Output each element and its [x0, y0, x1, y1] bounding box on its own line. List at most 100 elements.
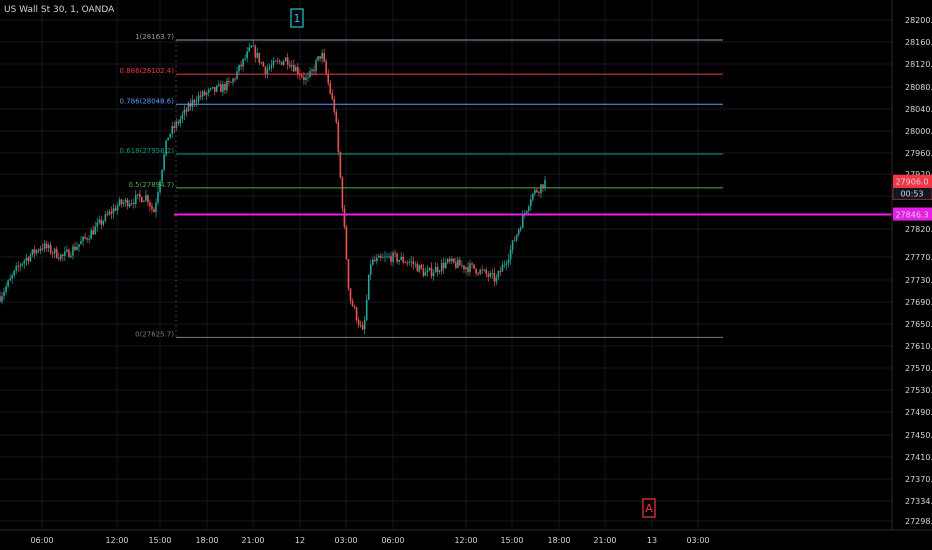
- candle-body: [347, 259, 350, 289]
- candle-body: [199, 95, 202, 97]
- candle-body: [497, 271, 500, 278]
- candle-body: [84, 236, 86, 239]
- candle-body: [264, 66, 267, 75]
- candle-body: [120, 199, 123, 204]
- candle-body: [215, 85, 218, 92]
- time-tick-label: 12: [295, 536, 305, 545]
- candle-body: [90, 230, 92, 240]
- candle-body: [327, 73, 330, 83]
- price-tick-label: 27730.0: [905, 276, 932, 285]
- candle-body: [254, 45, 257, 58]
- candle-body: [404, 262, 407, 264]
- candle-body: [177, 121, 180, 124]
- candle-body: [250, 45, 253, 48]
- candle-body: [74, 246, 76, 250]
- candle-body: [376, 257, 378, 262]
- candle-body: [378, 255, 380, 258]
- candle-body: [438, 271, 441, 272]
- candle-body: [25, 257, 28, 261]
- candle-body: [130, 203, 133, 204]
- price-tick-label: 27410.0: [905, 453, 932, 462]
- price-tick-label: 27690.0: [905, 298, 932, 307]
- candle-body: [467, 267, 469, 272]
- candle-body: [262, 62, 265, 67]
- candle-body: [434, 266, 437, 273]
- candle-body: [116, 205, 119, 211]
- price-chart[interactable]: 1(28163.7) 0.886(28102.4) 0.786(28048.6) 0.…: [0, 0, 932, 550]
- candle-body: [141, 197, 143, 203]
- candle-body: [367, 274, 370, 300]
- candle-body: [349, 288, 352, 301]
- candle-body: [321, 53, 323, 59]
- candle-body: [17, 266, 20, 267]
- candle-body: [118, 199, 121, 206]
- candle-body: [94, 226, 97, 235]
- candle-body: [501, 264, 504, 272]
- candle-body: [430, 267, 433, 277]
- candle-body: [499, 271, 502, 272]
- candle-body: [414, 263, 417, 265]
- candle-body: [286, 57, 289, 65]
- candle-body: [124, 199, 127, 203]
- time-tick-label: 21:00: [241, 536, 264, 545]
- candle-body: [49, 244, 52, 253]
- candle-body: [323, 53, 325, 62]
- candle-body: [80, 241, 82, 245]
- candle-body: [147, 195, 149, 203]
- time-tick-label: 03:00: [334, 536, 357, 545]
- time-tick-label: 12:00: [454, 536, 477, 545]
- price-tick-label: 27820.0: [905, 225, 932, 234]
- candle-body: [31, 249, 34, 255]
- candle-body: [339, 151, 342, 178]
- candle-body: [76, 246, 78, 250]
- price-tags: 27906.0 00:53 27846.3: [892, 174, 932, 221]
- candle-body: [325, 61, 327, 74]
- candle-body: [272, 60, 275, 66]
- candle-body: [479, 269, 481, 275]
- candle-body: [374, 259, 376, 262]
- candle-body: [542, 184, 544, 188]
- price-tick-label: 27370.0: [905, 475, 932, 484]
- candle-body: [189, 103, 192, 107]
- candle-body: [487, 274, 490, 277]
- candle-body: [442, 262, 445, 269]
- candle-body: [290, 65, 293, 67]
- candle-body: [481, 269, 483, 271]
- candle-body: [473, 264, 475, 269]
- price-tick-label: 27770.0: [905, 253, 932, 262]
- candle-body: [297, 67, 299, 75]
- candle-body: [471, 263, 473, 265]
- time-tick-label: 12:00: [105, 536, 128, 545]
- candle-body: [86, 238, 88, 240]
- candle-body: [274, 60, 277, 62]
- candle-body: [128, 203, 131, 207]
- candle-body: [532, 193, 534, 200]
- candle-body: [211, 87, 214, 89]
- candle-body: [436, 266, 439, 272]
- price-tick-label: 28200.0: [905, 16, 932, 25]
- candle-body: [319, 56, 321, 59]
- candle-body: [288, 64, 291, 67]
- candle-body: [7, 280, 9, 287]
- candle-body: [104, 214, 107, 222]
- candle-body: [5, 286, 7, 292]
- candle-body: [420, 265, 423, 269]
- candle-body: [459, 259, 461, 266]
- candle-body: [179, 119, 182, 124]
- candle-body: [292, 65, 295, 72]
- candle-body: [329, 82, 332, 94]
- candle-body: [169, 133, 171, 138]
- candle-body: [303, 77, 305, 80]
- candle-body: [92, 230, 94, 235]
- fib-level-label: 0.618(27958.2): [120, 147, 175, 155]
- candle-body: [353, 306, 356, 308]
- candle-body: [491, 273, 494, 274]
- wave-marker-label: A: [645, 502, 653, 515]
- candle-body: [39, 248, 42, 251]
- candle-body: [1, 296, 3, 302]
- candle-body: [311, 69, 313, 72]
- candle-body: [493, 273, 496, 282]
- candle-body: [422, 268, 425, 276]
- candle-body: [78, 244, 80, 247]
- candle-body: [126, 199, 129, 207]
